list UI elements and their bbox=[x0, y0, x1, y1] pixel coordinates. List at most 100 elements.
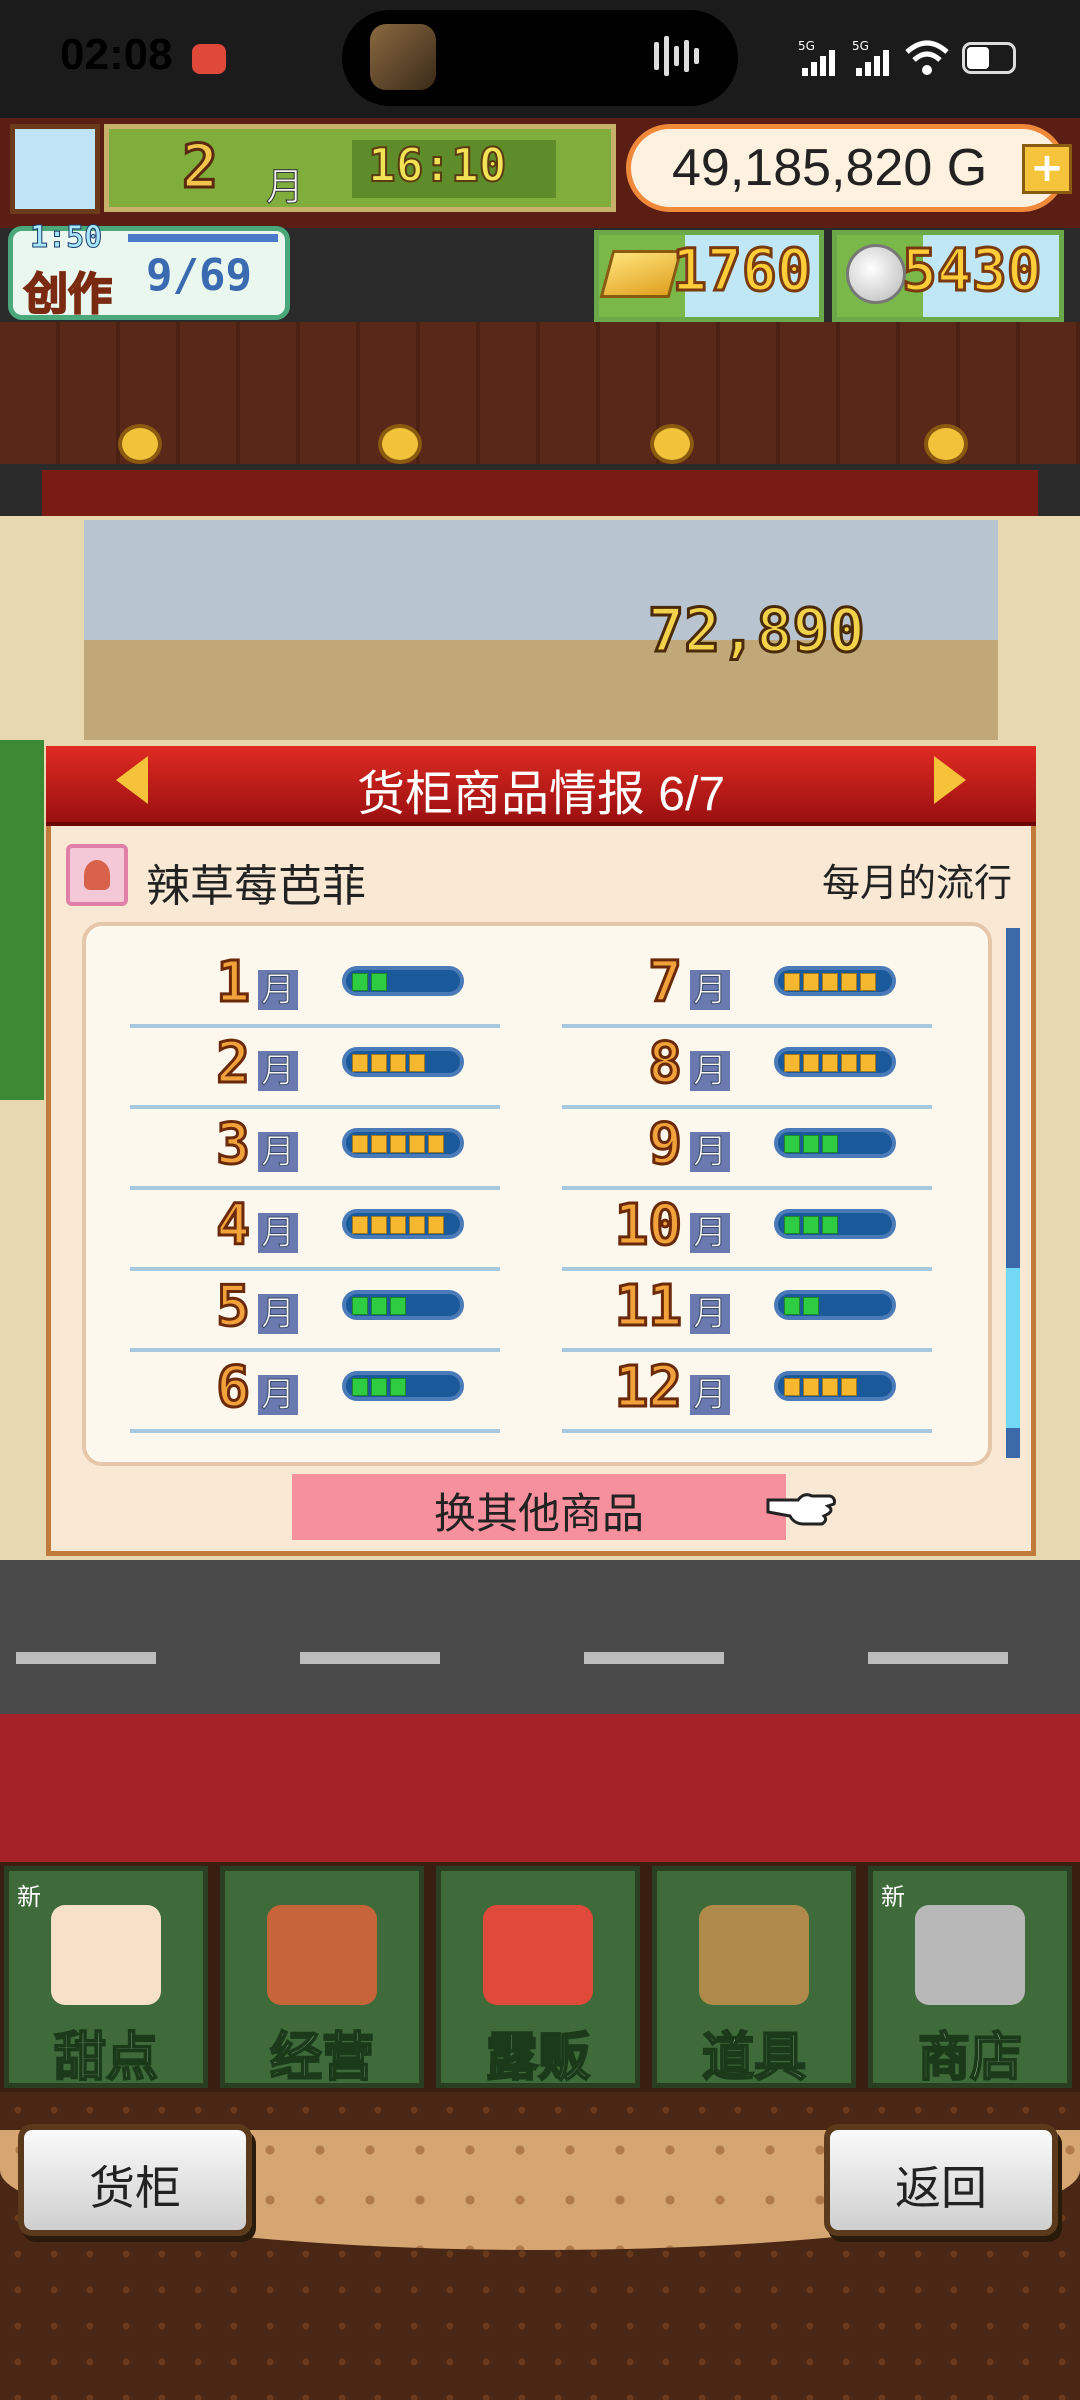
month-number: 11 bbox=[613, 1273, 683, 1341]
pointing-hand-icon bbox=[766, 1493, 836, 1526]
menu-label: 道具 bbox=[701, 2028, 807, 2088]
signal-5g-icon: 5G bbox=[852, 39, 889, 76]
popularity-segment bbox=[409, 1216, 425, 1234]
strawberry-parfait-icon bbox=[66, 844, 128, 906]
silver-coin-icon bbox=[846, 244, 906, 304]
shelf-button[interactable]: 货柜 bbox=[18, 2124, 252, 2236]
popularity-segment bbox=[860, 1054, 876, 1072]
popularity-segment bbox=[822, 1135, 838, 1153]
shop-icon bbox=[267, 1905, 377, 2005]
popularity-bar bbox=[342, 1371, 464, 1401]
create-label: 创作 bbox=[23, 268, 113, 321]
month-number: 2 bbox=[215, 1030, 252, 1098]
row-divider bbox=[130, 1348, 500, 1352]
popularity-segment bbox=[860, 973, 876, 991]
popularity-bar bbox=[774, 1209, 896, 1239]
month-unit: 月 bbox=[690, 1213, 730, 1254]
month-number: 10 bbox=[613, 1192, 683, 1260]
trend-label: 每月的流行 bbox=[821, 863, 1012, 905]
month-number: 6 bbox=[215, 1354, 252, 1422]
popularity-bar bbox=[774, 966, 896, 996]
popularity-bar bbox=[774, 1371, 896, 1401]
menu-dessert-button[interactable]: 新甜点 bbox=[4, 1866, 208, 2088]
gold-bar-icon bbox=[599, 250, 683, 298]
month-unit: 月 bbox=[690, 1051, 730, 1092]
popularity-bar bbox=[342, 1290, 464, 1320]
menu-management-button[interactable]: 经营 bbox=[220, 1866, 424, 2088]
popularity-segment bbox=[352, 1216, 368, 1234]
road-marking bbox=[584, 1652, 724, 1664]
row-divider bbox=[130, 1186, 500, 1190]
new-badge: 新 bbox=[17, 1883, 41, 1911]
menu-items-button[interactable]: 道具 bbox=[652, 1866, 856, 2088]
popularity-segment bbox=[428, 1216, 444, 1234]
next-item-arrow-icon[interactable] bbox=[934, 756, 966, 804]
red-carpet bbox=[0, 1714, 1080, 1862]
switch-item-label[interactable]: 换其他商品 bbox=[292, 1480, 786, 1541]
popularity-segment bbox=[352, 1135, 368, 1153]
audio-wave-icon bbox=[654, 36, 699, 76]
menu-label: 商店 bbox=[917, 2028, 1023, 2088]
popularity-segment bbox=[352, 1378, 368, 1396]
game-time: 16:10 bbox=[367, 137, 507, 193]
month-unit: 月 bbox=[690, 1375, 730, 1416]
wifi-icon bbox=[905, 40, 949, 75]
money-amount: 49,185,820 G bbox=[672, 139, 988, 197]
row-divider bbox=[130, 1024, 500, 1028]
shopping-cart-icon bbox=[915, 1905, 1025, 2005]
popularity-segment bbox=[371, 1054, 387, 1072]
row-divider bbox=[562, 1348, 932, 1352]
record-icon bbox=[192, 44, 226, 74]
popularity-segment bbox=[803, 1378, 819, 1396]
month-number: 12 bbox=[613, 1354, 683, 1422]
popularity-segment bbox=[784, 1297, 800, 1315]
popularity-bar bbox=[342, 1128, 464, 1158]
month-unit: 月 bbox=[690, 1294, 730, 1335]
food-truck-icon bbox=[483, 1905, 593, 2005]
back-button[interactable]: 返回 bbox=[824, 2124, 1058, 2236]
month-unit-label: 月 bbox=[265, 165, 305, 210]
month-unit: 月 bbox=[258, 1213, 298, 1254]
popularity-bar bbox=[342, 966, 464, 996]
items-bag-icon bbox=[699, 1905, 809, 2005]
month-number: 3 bbox=[215, 1111, 252, 1179]
popularity-segment bbox=[784, 1054, 800, 1072]
popularity-segment bbox=[841, 973, 857, 991]
popularity-segment bbox=[841, 1054, 857, 1072]
popularity-segment bbox=[822, 1378, 838, 1396]
popularity-segment bbox=[784, 1216, 800, 1234]
scrollbar-thumb[interactable] bbox=[1006, 1268, 1020, 1428]
month-unit: 月 bbox=[258, 1294, 298, 1335]
back-button-label: 返回 bbox=[895, 2162, 987, 2214]
snowman-avatar[interactable] bbox=[10, 124, 100, 214]
row-divider bbox=[562, 1186, 932, 1190]
popularity-segment bbox=[822, 973, 838, 991]
road-marking bbox=[16, 1652, 156, 1664]
month-number: 8 bbox=[647, 1030, 684, 1098]
new-badge: 新 bbox=[881, 1883, 905, 1911]
row-divider bbox=[130, 1105, 500, 1109]
menu-label: 甜点 bbox=[53, 2028, 159, 2088]
menu-stall-button[interactable]: 露贩 bbox=[436, 1866, 640, 2088]
add-money-button[interactable]: + bbox=[1022, 144, 1072, 194]
popularity-segment bbox=[390, 1054, 406, 1072]
row-divider bbox=[130, 1267, 500, 1271]
menu-store-button[interactable]: 新商店 bbox=[868, 1866, 1072, 2088]
svg-text:5G: 5G bbox=[852, 39, 869, 53]
popularity-segment bbox=[352, 1054, 368, 1072]
cake-icon bbox=[51, 1905, 161, 2005]
signal-5g-icon: 5G bbox=[798, 39, 835, 76]
popularity-bar bbox=[342, 1209, 464, 1239]
shelf-button-label: 货柜 bbox=[89, 2162, 181, 2214]
previous-item-arrow-icon[interactable] bbox=[116, 756, 148, 804]
create-count: 9/69 bbox=[146, 250, 252, 301]
popularity-segment bbox=[822, 1054, 838, 1072]
battery-icon bbox=[962, 42, 1016, 74]
current-month: 2 bbox=[180, 131, 219, 204]
popularity-segment bbox=[784, 1135, 800, 1153]
popularity-bar bbox=[774, 1128, 896, 1158]
status-clock: 02:08 bbox=[60, 30, 173, 79]
menu-label: 经营 bbox=[269, 2028, 375, 2088]
popularity-segment bbox=[841, 1378, 857, 1396]
popularity-segment bbox=[390, 1297, 406, 1315]
